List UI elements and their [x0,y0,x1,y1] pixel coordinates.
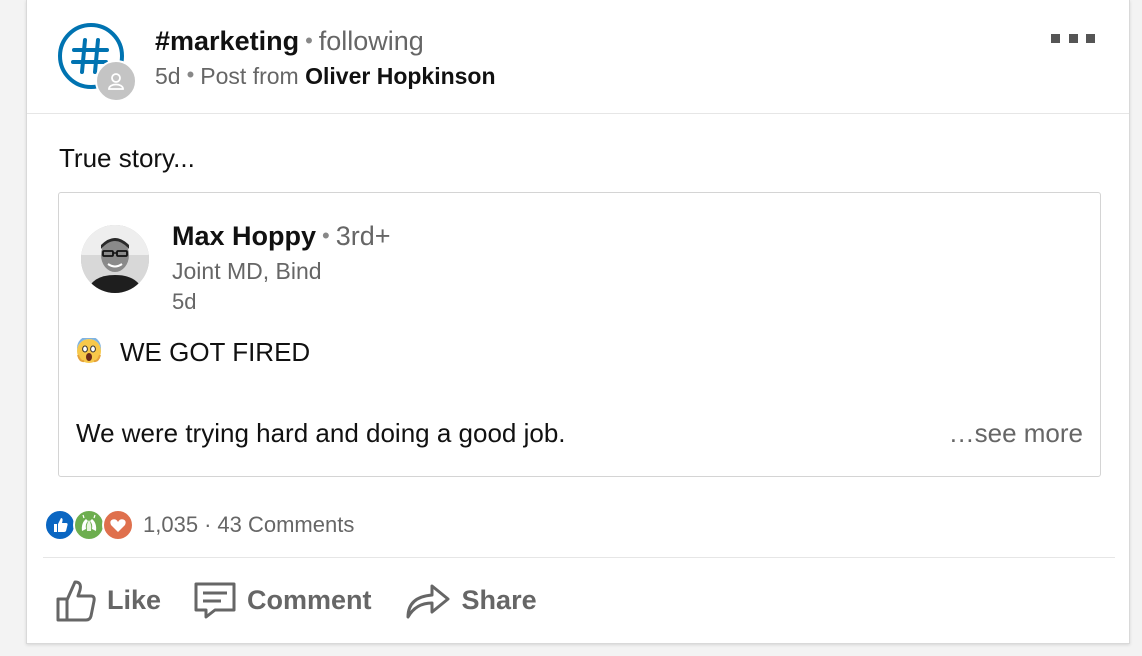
post-from-label: Post from [200,63,299,89]
profile-photo [81,225,149,293]
shared-author-line: Max Hoppy • 3rd+ [172,221,391,252]
share-label: Share [461,584,537,615]
comment-button[interactable]: Comment [193,580,372,620]
reaction-comment-counts: 1,035 · 43 Comments [143,512,354,538]
shared-post-text-line1: WE GOT FIRED [76,337,310,368]
reaction-count[interactable]: 1,035 [143,512,198,537]
shared-post-age: 5d [172,289,197,314]
post-actions-bar: Like Comment Share [55,570,569,630]
shared-post-text-line2: We were trying hard and doing a good job… [76,418,566,448]
middot-separator: · [204,512,212,537]
hashtag-link[interactable]: #marketing [155,26,299,56]
ellipsis-dot [1051,34,1060,43]
shared-post-headline-text: WE GOT FIRED [120,337,311,367]
like-button[interactable]: Like [55,577,161,623]
person-icon [108,73,124,90]
celebrate-reaction-icon [73,509,105,541]
more-options-button[interactable] [1051,34,1095,46]
ellipsis-dot [1068,34,1078,43]
social-counts: 1,035 · 43 Comments [44,508,354,542]
header-title-line: #marketing • following [155,26,424,57]
shared-author-avatar[interactable] [81,225,149,293]
reaction-icons[interactable] [44,509,134,541]
shared-author-headline: Joint MD, Bind [172,258,322,284]
post-header: #marketing • following 5d • Post from Oliver… [27,0,1129,114]
feed-post-card: #marketing • following 5d • Post from Oliver… [26,0,1130,644]
author-avatar[interactable] [95,60,137,102]
like-label: Like [107,584,162,615]
screaming-face-icon [77,338,101,363]
shared-post[interactable]: Max Hoppy • 3rd+ Joint MD, Bind 5d WE GOT … [58,192,1101,477]
love-reaction-icon [102,509,134,541]
comment-label: Comment [247,584,372,615]
comment-bubble-icon [194,582,236,619]
post-age: 5d [155,63,181,89]
share-arrow-icon [406,584,450,619]
comments-count-link[interactable]: 43 Comments [217,512,354,537]
like-reaction-icon [44,509,76,541]
header-subtitle-line: 5d • Post from Oliver Hopkinson [155,62,496,90]
follow-status[interactable]: following [319,26,424,56]
post-commentary: True story... [59,143,195,173]
bullet-separator: • [322,223,330,248]
see-more-link[interactable]: …see more [949,418,1083,449]
share-button[interactable]: Share [404,579,537,621]
connection-degree: 3rd+ [335,221,391,251]
bullet-separator: • [186,62,195,87]
thumbs-up-icon [56,580,96,622]
ellipsis-dot [1086,34,1095,43]
actions-divider [43,557,1115,558]
bullet-separator: • [305,28,313,53]
author-name-link[interactable]: Oliver Hopkinson [305,63,495,89]
shared-author-name[interactable]: Max Hoppy [172,221,316,251]
